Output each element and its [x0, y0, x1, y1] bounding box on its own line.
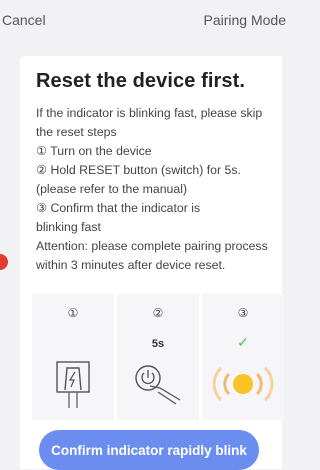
step-number: ② [152, 306, 164, 320]
reset-card: Reset the device first. If the indicator… [20, 56, 284, 470]
blinking-indicator-icon [212, 366, 274, 402]
top-bar: Cancel Pairing Mode [0, 0, 287, 40]
page-title: Reset the device first. [36, 70, 246, 92]
pairing-mode-button[interactable]: Pairing Mode [204, 12, 287, 28]
instruction-line: If the indicator is blinking fast, pleas… [36, 106, 263, 120]
side-indicator-dot [0, 254, 8, 270]
instruction-line: ② Hold RESET button (switch) for 5s. [36, 163, 241, 177]
instructions: If the indicator is blinking fast, pleas… [36, 104, 276, 275]
step-number: ③ [237, 306, 249, 320]
instruction-line: ③ Confirm that the indicator is [36, 201, 201, 215]
press-power-button-icon [135, 365, 181, 405]
plug-power-icon [56, 361, 90, 408]
instruction-line: within 3 minutes after device reset. [36, 258, 226, 272]
step-duration: 5s [151, 338, 165, 350]
steps-illustration: ① ② 5s ③ ✓ [32, 294, 284, 420]
confirm-indicator-button[interactable]: Confirm indicator rapidly blink [39, 430, 259, 470]
instruction-line: (please refer to the manual) [36, 182, 188, 196]
cancel-button[interactable]: Cancel [2, 12, 46, 28]
instruction-line: the reset steps [36, 125, 117, 139]
instruction-line: blinking fast [36, 220, 101, 234]
step-1: ① [32, 294, 114, 420]
check-icon: ✓ [237, 334, 249, 350]
instruction-line: Attention: please complete pairing proce… [36, 239, 268, 253]
step-2: ② 5s [117, 294, 199, 420]
step-3: ③ ✓ [202, 294, 284, 420]
instruction-line: ① Turn on the device [36, 144, 152, 158]
step-number: ① [67, 306, 79, 320]
